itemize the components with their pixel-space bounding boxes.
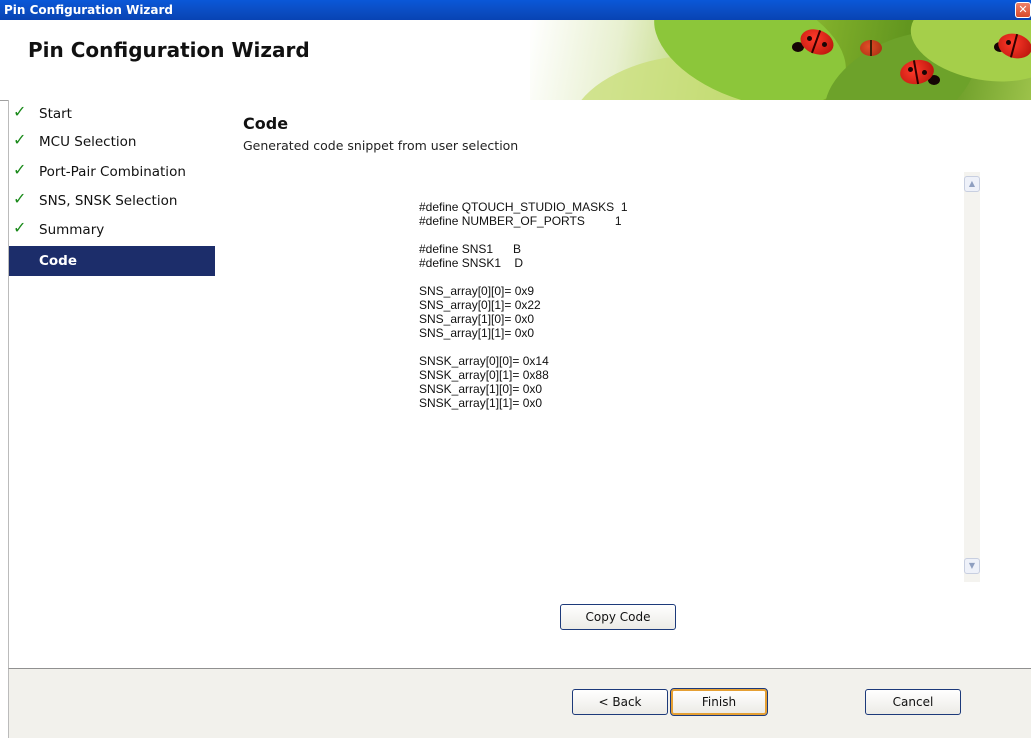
scroll-up-icon[interactable]: ▲	[964, 176, 980, 192]
nav-item-label: MCU Selection	[39, 134, 137, 150]
nav-item-label: Code	[39, 253, 78, 269]
nav-item-start[interactable]: ✓ Start	[9, 100, 215, 128]
finish-button[interactable]: Finish	[670, 688, 768, 716]
checkmark-icon: ✓	[13, 130, 27, 149]
ladybug-banner-image	[530, 20, 1031, 100]
checkmark-icon: ✓	[13, 102, 27, 121]
nav-item-code[interactable]: Code	[9, 246, 215, 276]
nav-item-summary[interactable]: ✓ Summary	[9, 216, 215, 244]
cancel-button[interactable]: Cancel	[865, 689, 961, 715]
section-title: Code	[243, 114, 289, 133]
checkmark-icon: ✓	[13, 189, 27, 208]
nav-item-mcu-selection[interactable]: ✓ MCU Selection	[9, 128, 215, 156]
main-content: Code Generated code snippet from user se…	[217, 100, 1031, 668]
code-scrollbar[interactable]: ▲ ▼	[964, 172, 980, 582]
back-button[interactable]: < Back	[572, 689, 668, 715]
window-title-bar: Pin Configuration Wizard ✕	[0, 0, 1031, 20]
checkmark-icon: ✓	[13, 218, 27, 237]
nav-item-label: Start	[39, 106, 72, 122]
close-icon[interactable]: ✕	[1015, 2, 1031, 18]
page-title: Pin Configuration Wizard	[28, 38, 310, 62]
code-snippet-box[interactable]: #define QTOUCH_STUDIO_MASKS 1 #define NU…	[229, 172, 993, 582]
wizard-steps-nav: ✓ Start ✓ MCU Selection ✓ Port-Pair Comb…	[8, 100, 218, 668]
nav-item-sns-snsk-selection[interactable]: ✓ SNS, SNSK Selection	[9, 187, 215, 215]
wizard-header: Pin Configuration Wizard	[0, 20, 1031, 101]
scroll-down-icon[interactable]: ▼	[964, 558, 980, 574]
section-description: Generated code snippet from user selecti…	[243, 138, 519, 153]
nav-item-label: SNS, SNSK Selection	[39, 193, 178, 209]
checkmark-icon: ✓	[13, 160, 27, 179]
copy-code-button[interactable]: Copy Code	[560, 604, 676, 630]
wizard-footer: < Back Finish Cancel	[8, 668, 1031, 738]
window-title: Pin Configuration Wizard	[4, 3, 174, 17]
nav-item-label: Port-Pair Combination	[39, 164, 186, 180]
nav-item-port-pair-combination[interactable]: ✓ Port-Pair Combination	[9, 158, 215, 186]
nav-item-label: Summary	[39, 222, 105, 238]
code-snippet-text[interactable]: #define QTOUCH_STUDIO_MASKS 1 #define NU…	[419, 200, 939, 410]
